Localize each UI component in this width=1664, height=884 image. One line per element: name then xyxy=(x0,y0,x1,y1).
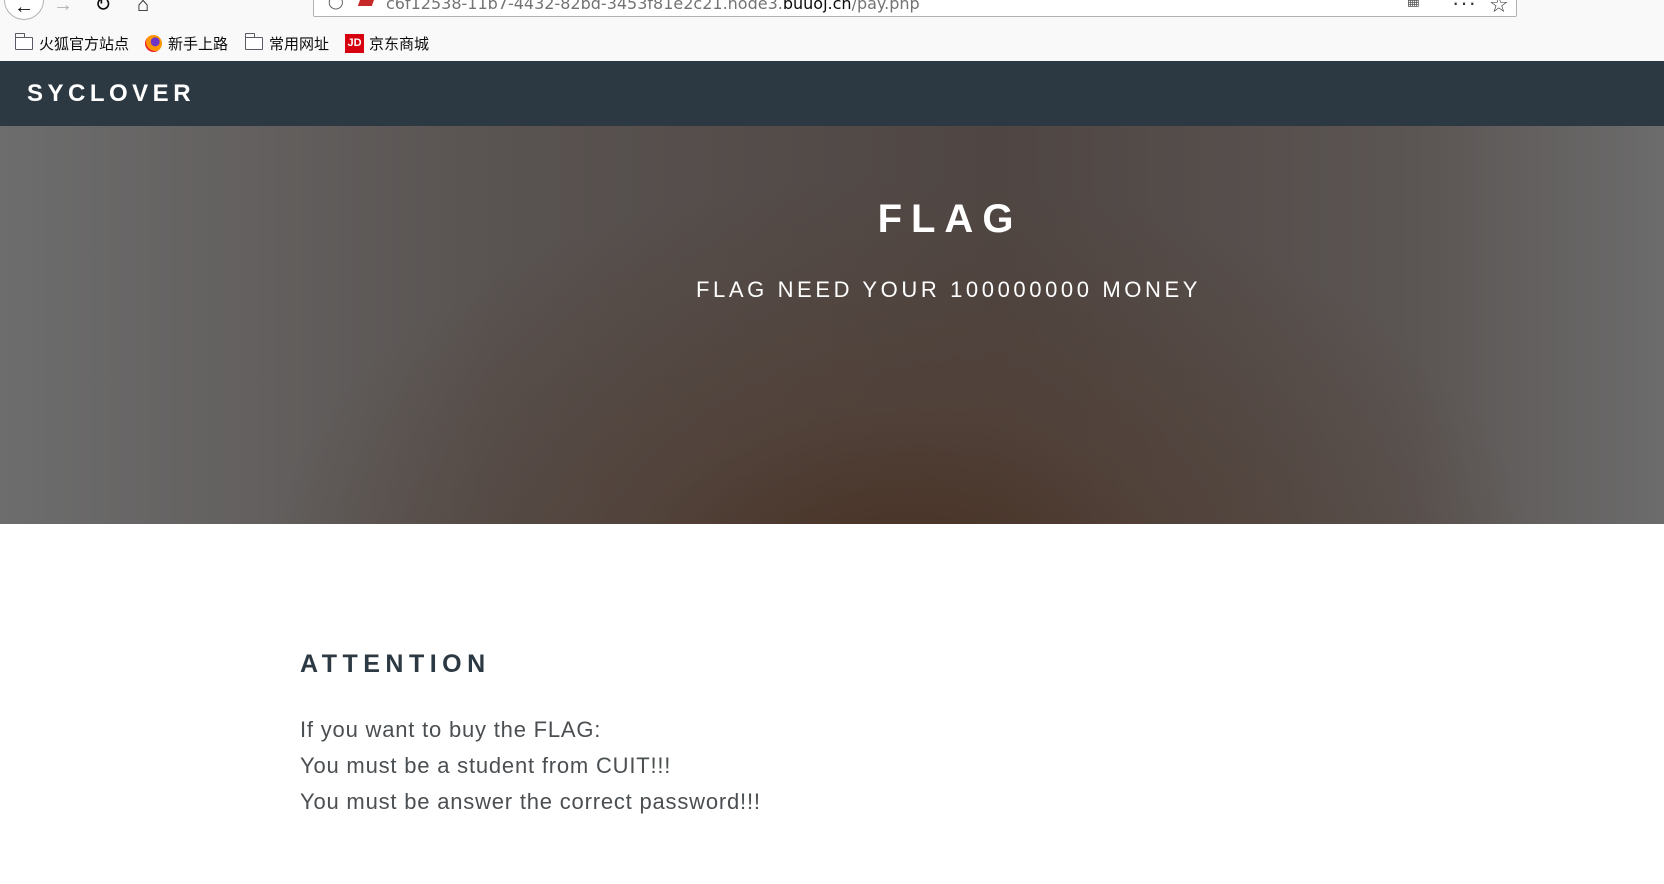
browser-toolbar: ← → ↻ ⌂ ◯ c6f12538-11b7-4432-82bd-3453f8… xyxy=(0,0,1664,22)
tracking-shield-icon[interactable]: ◯ xyxy=(328,0,344,10)
hero-title: FLAG xyxy=(877,197,1023,241)
bookmark-label: 常用网址 xyxy=(269,34,330,53)
forward-button[interactable]: → xyxy=(48,0,78,18)
attention-line: If you want to buy the FLAG: xyxy=(300,717,602,742)
jd-icon: JD xyxy=(345,33,364,53)
url-host: buuoj.cn xyxy=(782,0,852,13)
brand-logo[interactable]: SYCLOVER xyxy=(27,80,195,108)
back-button[interactable]: ← xyxy=(4,0,44,20)
attention-text: If you want to buy the FLAG: You must be… xyxy=(300,712,1200,820)
site-navbar: SYCLOVER xyxy=(0,61,1664,126)
reload-icon: ↻ xyxy=(94,0,112,16)
bookmarks-toolbar: 火狐官方站点 新手上路 常用网址 JD 京东商城 xyxy=(0,22,1664,62)
home-button[interactable]: ⌂ xyxy=(128,0,158,18)
attention-section: ATTENTION If you want to buy the FLAG: Y… xyxy=(300,650,1200,820)
qr-code-icon[interactable]: ▦ xyxy=(1407,0,1420,9)
bookmark-firefox-official[interactable]: 火狐官方站点 xyxy=(14,32,130,54)
url-bar[interactable]: ◯ c6f12538-11b7-4432-82bd-3453f81e2c21.n… xyxy=(313,0,1517,17)
hero-subtitle: FLAG NEED YOUR 100000000 MONEY xyxy=(696,277,1201,302)
bookmark-star-icon[interactable]: ☆ xyxy=(1489,0,1509,18)
attention-title: ATTENTION xyxy=(300,650,491,678)
home-icon: ⌂ xyxy=(136,0,150,16)
folder-icon xyxy=(244,32,263,50)
attention-line: You must be a student from CUIT!!! xyxy=(300,753,672,778)
reload-button[interactable]: ↻ xyxy=(88,0,118,18)
attention-line: You must be answer the correct password!… xyxy=(300,789,761,814)
bookmark-label: 京东商城 xyxy=(369,34,430,53)
url-text[interactable]: c6f12538-11b7-4432-82bd-3453f81e2c21.nod… xyxy=(386,0,920,13)
bookmark-label: 火狐官方站点 xyxy=(39,34,130,53)
forward-arrow-icon: → xyxy=(53,0,73,16)
firefox-icon xyxy=(145,34,162,52)
url-path: /pay.php xyxy=(851,0,920,13)
bookmark-getting-started[interactable]: 新手上路 xyxy=(145,32,228,54)
url-prefix: c6f12538-11b7-4432-82bd-3453f81e2c21.nod… xyxy=(386,0,783,13)
hero-banner: FLAG FLAG NEED YOUR 100000000 MONEY xyxy=(0,126,1664,524)
bookmark-jd-mall[interactable]: JD 京东商城 xyxy=(345,32,429,54)
back-arrow-icon: ← xyxy=(14,0,34,18)
insecure-connection-icon[interactable] xyxy=(357,0,377,6)
bookmark-label: 新手上路 xyxy=(168,34,229,53)
page-actions-menu-icon[interactable]: ··· xyxy=(1452,0,1477,16)
bookmark-common-sites[interactable]: 常用网址 xyxy=(244,32,330,54)
folder-icon xyxy=(14,32,33,50)
